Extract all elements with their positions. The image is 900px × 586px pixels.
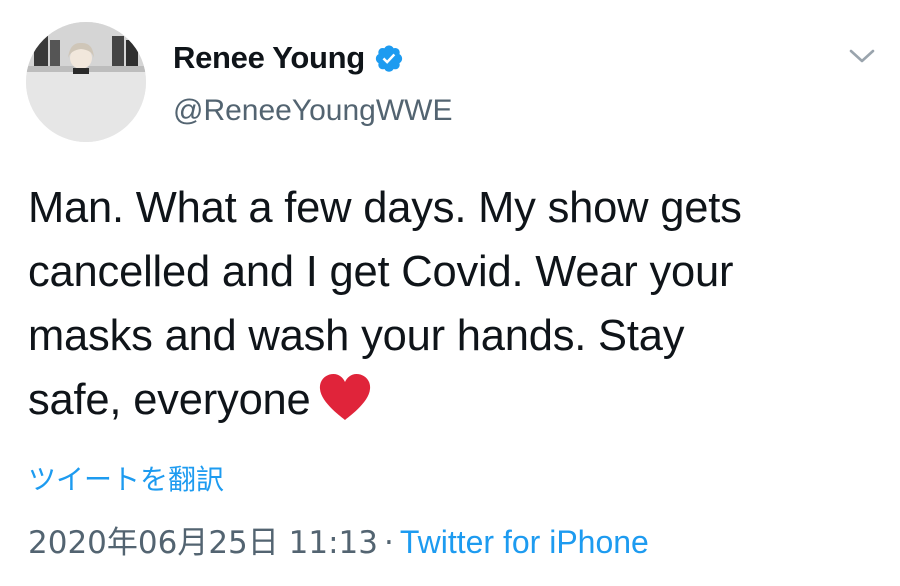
tweet-text-line: Man. What a few days. My show gets: [28, 184, 742, 232]
meta-separator: ·: [383, 525, 394, 561]
tweet-source-link[interactable]: Twitter for iPhone: [400, 524, 649, 560]
tweet-meta: 2020年06月25日 11:13 · Twitter for iPhone: [28, 517, 649, 562]
tweet-text: Man. What a few days. My show gets cance…: [28, 176, 878, 432]
tweet-text-line-last: safe, everyone: [28, 368, 878, 432]
red-heart-icon: [317, 372, 373, 422]
avatar-photo: [26, 22, 146, 142]
translate-tweet-link[interactable]: ツイートを翻訳: [28, 458, 224, 498]
tweet-card: Renee Young @ReneeYoungWWE Man. What a f…: [0, 0, 900, 586]
author-name-row[interactable]: Renee Young: [173, 38, 404, 78]
chevron-down-icon[interactable]: [847, 44, 877, 68]
tweet-timestamp[interactable]: 2020年06月25日 11:13: [28, 525, 378, 561]
verified-badge-icon: [374, 43, 404, 73]
tweet-text-line: cancelled and I get Covid. Wear your: [28, 248, 734, 296]
tweet-text-line: masks and wash your hands. Stay: [28, 312, 685, 360]
avatar[interactable]: [26, 22, 146, 142]
tweet-text-line: safe, everyone: [28, 376, 311, 424]
author-display-name[interactable]: Renee Young: [173, 40, 365, 76]
author-handle[interactable]: @ReneeYoungWWE: [173, 94, 453, 128]
